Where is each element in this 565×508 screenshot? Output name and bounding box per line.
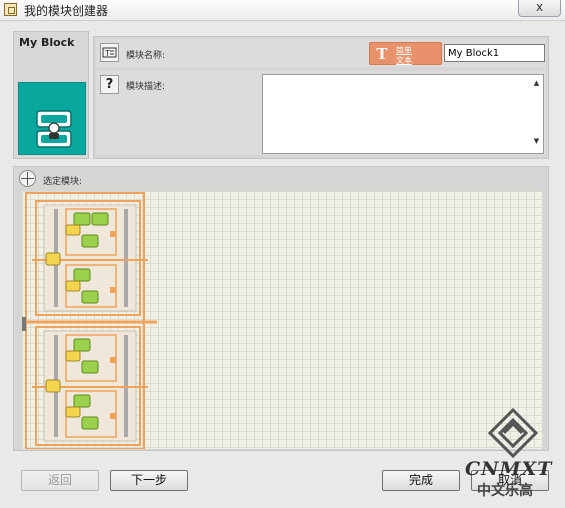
finish-button[interactable]: 完成 [382,470,460,491]
watermark-text-2: 中文乐高 [477,483,533,499]
svg-text:T: T [104,49,110,58]
watermark-logo-icon [488,408,538,458]
title-bar: 我的模块创建器 x [0,0,565,21]
my-block-icon [36,110,72,148]
watermark: CNMXT 中文乐高 [462,408,562,504]
block-tile [18,82,86,155]
program-diagram[interactable] [22,191,162,449]
description-textarea[interactable]: ▲ ▼ [262,74,544,154]
next-button[interactable]: 下一步 [110,470,188,491]
back-button[interactable]: 返回 [21,470,99,491]
label-icon: T [100,43,119,62]
scroll-up-icon[interactable]: ▲ [532,79,541,88]
simple-text-button[interactable]: T 简单 文本 [369,42,442,65]
name-row: T 模块名称: T 简单 文本 [96,39,546,67]
window-title: 我的模块创建器 [24,4,109,18]
name-label: 模块名称: [126,51,166,61]
selected-blocks-label: 选定模块: [43,177,83,187]
crosshair-icon [19,170,36,187]
watermark-text-1: CNMXT [465,458,553,480]
block-name-input[interactable] [444,44,545,62]
text-button-line2: 文本 [396,56,412,65]
block-name-label: My Block [19,36,75,49]
app-icon [4,3,17,16]
description-row: ? 模块描述: ▲ ▼ [96,71,546,155]
description-label: 模块描述: [126,82,166,92]
scroll-down-icon[interactable]: ▼ [532,137,541,146]
block-properties-panel: T 模块名称: T 简单 文本 ? 模块描述: ▲ ▼ [93,36,549,159]
text-t-icon: T [376,45,388,63]
help-icon: ? [100,75,119,94]
block-preview-panel: My Block [13,31,89,159]
close-button[interactable]: x [518,0,561,17]
